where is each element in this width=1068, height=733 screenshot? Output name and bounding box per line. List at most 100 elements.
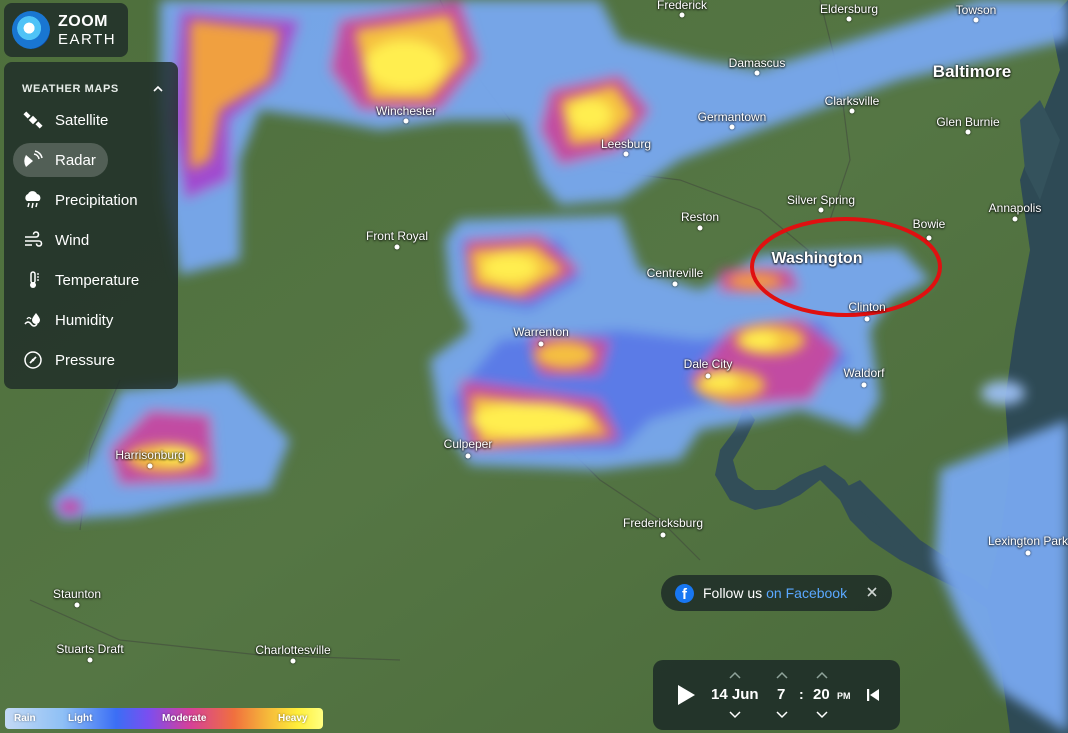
menu-item-wind[interactable]: Wind <box>13 223 101 257</box>
legend-heavy: Heavy <box>278 713 308 724</box>
city-label: Clinton <box>848 300 886 314</box>
city-label: Staunton <box>52 587 102 601</box>
menu-item-temperature[interactable]: Temperature <box>13 263 151 297</box>
weather-maps-header[interactable]: WEATHER MAPS <box>4 62 178 98</box>
city-dot <box>846 16 852 22</box>
city-dot <box>403 118 409 124</box>
city-dot <box>623 151 629 157</box>
city-dot <box>965 129 971 135</box>
zoom-earth-logo-icon <box>12 11 50 49</box>
radar-icon <box>24 150 43 167</box>
chevron-up-icon[interactable] <box>152 83 164 95</box>
city-dot <box>697 225 703 231</box>
satellite-icon <box>23 111 43 129</box>
date-up-chevron-icon[interactable] <box>729 671 741 679</box>
skip-to-latest-icon[interactable] <box>865 687 881 703</box>
menu-item-pressure[interactable]: Pressure <box>13 343 127 377</box>
city-label: Centreville <box>646 266 704 280</box>
menu-item-label: Radar <box>55 151 96 169</box>
city-dot <box>1012 216 1018 222</box>
city-dot <box>926 235 932 241</box>
minute-value[interactable]: 20 <box>813 686 830 703</box>
city-label: Culpeper <box>443 437 493 451</box>
menu-item-satellite[interactable]: Satellite <box>13 103 120 137</box>
close-icon[interactable] <box>864 584 880 600</box>
city-label: Baltimore <box>932 62 1012 81</box>
city-dot <box>818 207 824 213</box>
menu-item-radar[interactable]: Radar <box>13 143 108 177</box>
city-dot <box>864 316 870 322</box>
hour-value[interactable]: 7 <box>777 686 785 703</box>
date-down-chevron-icon[interactable] <box>729 711 741 719</box>
city-dot <box>74 602 80 608</box>
city-label: Stuarts Draft <box>56 642 124 656</box>
follow-facebook-banner[interactable]: f Follow us on Facebook <box>661 575 892 611</box>
city-dot <box>87 657 93 663</box>
city-label: Harrisonburg <box>115 448 185 462</box>
legend-rain: Rain <box>14 713 36 724</box>
city-label: Washington <box>771 250 863 267</box>
weather-maps-panel: WEATHER MAPS Satellite Radar Precipitati… <box>4 62 178 389</box>
menu-item-precipitation[interactable]: Precipitation <box>13 183 150 217</box>
city-label: Clarksville <box>824 94 880 108</box>
time-separator: : <box>799 686 804 702</box>
city-dot <box>394 244 400 250</box>
city-dot <box>705 373 711 379</box>
legend-moderate: Moderate <box>162 713 207 724</box>
play-icon[interactable] <box>675 683 697 707</box>
menu-item-label: Wind <box>55 231 90 249</box>
menu-item-humidity[interactable]: Humidity <box>13 303 125 337</box>
menu-item-label: Satellite <box>55 111 109 129</box>
logo-line1: ZOOM <box>58 12 108 30</box>
city-label: Front Royal <box>365 229 429 243</box>
menu-item-label: Precipitation <box>55 191 138 209</box>
city-label: Warrenton <box>513 325 569 339</box>
city-label: Annapolis <box>988 201 1042 215</box>
city-dot <box>679 12 685 18</box>
time-control: 14 Jun 7 : 20 PM <box>653 660 900 730</box>
city-dot <box>861 382 867 388</box>
city-dot <box>465 453 471 459</box>
thermometer-icon <box>30 271 39 288</box>
city-dot <box>147 463 153 469</box>
city-dot <box>849 108 855 114</box>
humidity-icon <box>24 313 40 327</box>
city-label: Frederick <box>656 0 708 12</box>
city-label: Fredericksburg <box>622 516 704 530</box>
facebook-link[interactable]: on Facebook <box>766 585 847 601</box>
city-label: Waldorf <box>843 366 885 380</box>
city-dot <box>290 658 296 664</box>
precipitation-icon <box>25 191 41 209</box>
hour-up-chevron-icon[interactable] <box>776 671 788 679</box>
menu-item-label: Humidity <box>55 311 114 329</box>
city-label: Charlottesville <box>255 643 331 657</box>
city-label: Germantown <box>697 110 767 124</box>
city-label: Towson <box>955 3 997 17</box>
hour-down-chevron-icon[interactable] <box>776 711 788 719</box>
city-dot <box>1025 550 1031 556</box>
minute-up-chevron-icon[interactable] <box>816 671 828 679</box>
city-dot <box>660 532 666 538</box>
city-label: Reston <box>680 210 720 224</box>
ampm-value[interactable]: PM <box>837 691 851 701</box>
city-dot <box>672 281 678 287</box>
city-dot <box>973 17 979 23</box>
wind-icon <box>25 231 43 247</box>
city-dot <box>538 341 544 347</box>
city-label: Lexington Park <box>987 534 1068 548</box>
city-label: Winchester <box>375 104 437 118</box>
app-logo[interactable]: ZOOM EARTH <box>4 3 128 57</box>
city-label: Eldersburg <box>819 2 879 16</box>
minute-down-chevron-icon[interactable] <box>816 711 828 719</box>
follow-text: Follow us <box>703 585 763 601</box>
city-label: Glen Burnie <box>936 115 1000 129</box>
facebook-icon: f <box>675 583 694 603</box>
menu-item-label: Pressure <box>55 351 116 369</box>
city-label: Dale City <box>683 357 733 371</box>
legend-light: Light <box>68 713 93 724</box>
city-label: Damascus <box>728 56 786 70</box>
date-value[interactable]: 14 Jun <box>711 686 759 703</box>
pressure-icon <box>24 351 42 369</box>
city-dot <box>729 124 735 130</box>
city-label: Silver Spring <box>786 193 856 207</box>
